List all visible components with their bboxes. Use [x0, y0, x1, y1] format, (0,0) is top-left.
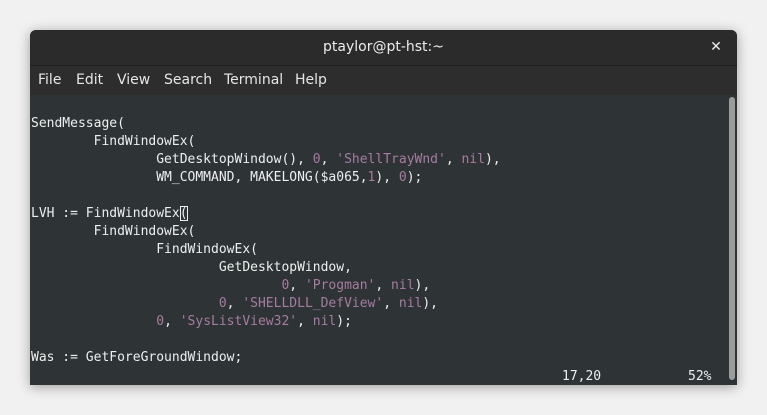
string-token: 'Progman' — [304, 278, 376, 293]
scroll-percent: 52% — [688, 369, 712, 384]
code-token: , — [445, 152, 462, 167]
terminal-area[interactable]: SendMessage( FindWindowEx( GetDesktopWin… — [30, 95, 737, 385]
code-token: ); — [336, 314, 352, 329]
code-token: , — [383, 296, 399, 311]
code-token: ), — [375, 170, 399, 185]
code-token: ); — [406, 170, 423, 185]
code-line: WM_COMMAND, MAKELONG($a065,1), 0); — [31, 169, 501, 187]
code-token: LVH := FindWindowEx — [31, 206, 180, 221]
code-line: Was := GetForeGroundWindow; — [31, 349, 501, 367]
code-token: WM_COMMAND, MAKELONG($a065, — [31, 170, 368, 185]
menu-search[interactable]: Search — [164, 72, 212, 88]
literal-token: 0 — [312, 152, 321, 167]
code-token: , — [320, 152, 337, 167]
menu-bar: File Edit View Search Terminal Help — [30, 66, 737, 95]
literal-token: 0 — [156, 314, 165, 329]
code-line: GetDesktopWindow, — [31, 259, 501, 277]
string-token: 'SHELLDLL_DefView' — [242, 296, 384, 311]
menu-file[interactable]: File — [38, 72, 61, 88]
literal-token: nil — [398, 296, 423, 311]
title-bar[interactable]: ptaylor@pt-hst:~ ✕ — [30, 30, 737, 66]
code-line: 0, 'SysListView32', nil); — [31, 313, 501, 331]
code-token: , — [375, 278, 392, 293]
menu-terminal[interactable]: Terminal — [224, 72, 283, 88]
code-token: FindWindowEx( — [31, 134, 196, 149]
code-token: , — [226, 296, 243, 311]
editor-text[interactable]: SendMessage( FindWindowEx( GetDesktopWin… — [31, 115, 501, 367]
window-title: ptaylor@pt-hst:~ — [323, 39, 444, 55]
code-line: 0, 'Progman', nil), — [31, 277, 501, 295]
code-token: ), — [422, 296, 439, 311]
terminal-window: ptaylor@pt-hst:~ ✕ File Edit View Search… — [30, 30, 737, 385]
text-cursor: ( — [179, 206, 188, 221]
code-token: ), — [414, 278, 431, 293]
scrollbar[interactable] — [727, 95, 737, 385]
code-token: FindWindowEx( — [31, 242, 258, 257]
menu-view[interactable]: View — [117, 72, 150, 88]
menu-help[interactable]: Help — [295, 72, 327, 88]
literal-token: 0 — [398, 170, 407, 185]
code-token: GetDesktopWindow, — [31, 260, 352, 275]
code-line: LVH := FindWindowEx( — [31, 205, 501, 223]
code-token: SendMessage( — [31, 116, 125, 131]
menu-edit[interactable]: Edit — [76, 72, 103, 88]
scrollbar-thumb[interactable] — [729, 97, 735, 380]
literal-token: nil — [312, 314, 337, 329]
code-token: , — [297, 314, 313, 329]
code-line: GetDesktopWindow(), 0, 'ShellTrayWnd', n… — [31, 151, 501, 169]
code-token: GetDesktopWindow(), — [31, 152, 313, 167]
cursor-position: 17,20 — [562, 369, 602, 384]
code-line: FindWindowEx( — [31, 241, 501, 259]
string-token: 'ShellTrayWnd' — [336, 152, 446, 167]
code-token: , — [289, 278, 305, 293]
string-token: 'SysListView32' — [179, 314, 298, 329]
literal-token: 0 — [218, 296, 227, 311]
close-icon[interactable]: ✕ — [705, 36, 727, 58]
code-line: 0, 'SHELLDLL_DefView', nil), — [31, 295, 501, 313]
code-line: SendMessage( — [31, 115, 501, 133]
vim-status-line: 17,20 52% — [30, 368, 730, 385]
code-token: , — [164, 314, 180, 329]
code-token: FindWindowEx( — [31, 224, 196, 239]
code-token: ), — [484, 152, 501, 167]
code-line: FindWindowEx( — [31, 133, 501, 151]
code-token: Was := GetForeGroundWindow; — [31, 350, 243, 365]
literal-token: nil — [391, 278, 415, 293]
literal-token: nil — [461, 152, 485, 167]
code-line: FindWindowEx( — [31, 223, 501, 241]
